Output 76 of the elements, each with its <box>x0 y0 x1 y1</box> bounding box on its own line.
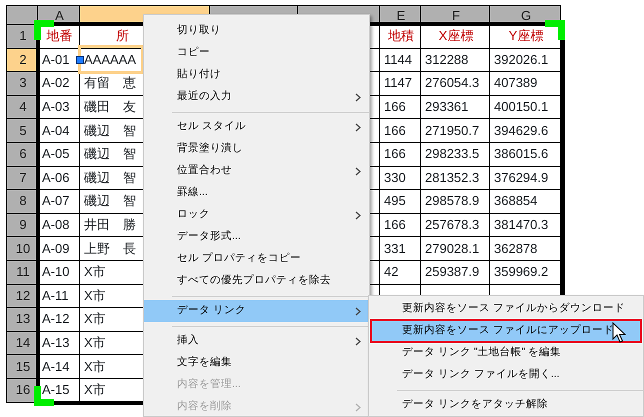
row-header[interactable]: 5 <box>6 118 38 142</box>
fill-handle[interactable] <box>76 56 84 64</box>
table-cell: 298233.5 <box>420 142 490 166</box>
menu-item[interactable]: 更新内容をソース ファイルにアップロード <box>371 320 641 342</box>
row-header[interactable]: 11 <box>6 260 38 284</box>
table-cell: 281352.3 <box>420 166 490 190</box>
table-cell: 166 <box>380 95 420 119</box>
table-cell: 257678.3 <box>420 213 490 237</box>
table-cell: 392026.1 <box>490 48 560 72</box>
table-cell: A-10 <box>38 260 80 284</box>
table-cell: 271950.7 <box>420 118 490 142</box>
table-cell: 279028.1 <box>420 236 490 260</box>
table-cell: 331 <box>380 236 420 260</box>
table-cell: A-06 <box>38 166 80 190</box>
column-title-cell: X座標 <box>420 24 490 48</box>
row-header[interactable]: 12 <box>6 284 38 308</box>
row-header[interactable]: 4 <box>6 95 38 119</box>
table-cell: A-05 <box>38 142 80 166</box>
table-cell: 495 <box>380 190 420 214</box>
row-header[interactable]: 8 <box>6 190 38 214</box>
table-cell: A-12 <box>38 308 80 332</box>
table-cell: A-07 <box>38 190 80 214</box>
row-header[interactable]: 13 <box>6 308 38 332</box>
selection-handle[interactable] <box>545 20 565 40</box>
table-cell: A-11 <box>38 284 80 308</box>
row-header[interactable]: 9 <box>6 213 38 237</box>
table-cell: 298578.9 <box>420 190 490 214</box>
corner-cell[interactable] <box>6 6 38 24</box>
table-cell: 293361 <box>420 95 490 119</box>
table-cell: 394629.6 <box>490 118 560 142</box>
menu-item[interactable]: データ リンク "土地台帳" を編集 <box>371 342 641 364</box>
table-cell: A-04 <box>38 118 80 142</box>
chevron-right-icon <box>355 166 361 176</box>
table-cell: A-14 <box>38 354 80 378</box>
menu-item[interactable]: データ リンクをアタッチ解除 <box>371 394 641 416</box>
table-cell: 330 <box>380 166 420 190</box>
chevron-right-icon <box>355 122 361 132</box>
menu-item[interactable]: データ リンク <box>144 300 369 322</box>
table-cell: 166 <box>380 213 420 237</box>
table-cell: 1144 <box>380 48 420 72</box>
table-cell: A-08 <box>38 213 80 237</box>
chevron-right-icon <box>355 210 361 220</box>
row-header[interactable]: 15 <box>6 354 38 378</box>
table-cell: 1147 <box>380 72 420 96</box>
table-cell: 259387.9 <box>420 260 490 284</box>
table-cell: A-13 <box>38 331 80 355</box>
table-cell: 276054.3 <box>420 72 490 96</box>
cursor-icon <box>612 322 626 343</box>
table-cell: A-02 <box>38 72 80 96</box>
row-header[interactable]: 14 <box>6 331 38 355</box>
column-title-cell: 地積 <box>380 24 420 48</box>
chevron-right-icon <box>355 306 361 316</box>
row-header[interactable]: 10 <box>6 236 38 260</box>
table-cell: 407389 <box>490 72 560 96</box>
table-cell: 359969.2 <box>490 260 560 284</box>
table-cell: 312288 <box>420 48 490 72</box>
table-cell: 381470.3 <box>490 213 560 237</box>
table-cell: 166 <box>380 118 420 142</box>
table-cell: 362878 <box>490 236 560 260</box>
menu-item[interactable]: 更新内容をソース ファイルからダウンロード <box>371 298 641 320</box>
chevron-right-icon <box>355 336 361 346</box>
table-cell: A-09 <box>38 236 80 260</box>
table-cell: 400150.1 <box>490 95 560 119</box>
row-header[interactable]: 2 <box>6 48 38 72</box>
row-header[interactable]: 7 <box>6 166 38 190</box>
table-cell: 386015.6 <box>490 142 560 166</box>
row-header[interactable]: 6 <box>6 142 38 166</box>
row-header[interactable]: 3 <box>6 72 38 96</box>
menu-item[interactable]: データ リンク ファイルを開く... <box>371 364 641 386</box>
table-cell: 166 <box>380 142 420 166</box>
table-cell: 368854 <box>490 190 560 214</box>
chevron-right-icon <box>355 402 361 412</box>
table-cell: A-03 <box>38 95 80 119</box>
table-cell: 42 <box>380 260 420 284</box>
table-cell: 376294.9 <box>490 166 560 190</box>
chevron-right-icon <box>355 92 361 102</box>
